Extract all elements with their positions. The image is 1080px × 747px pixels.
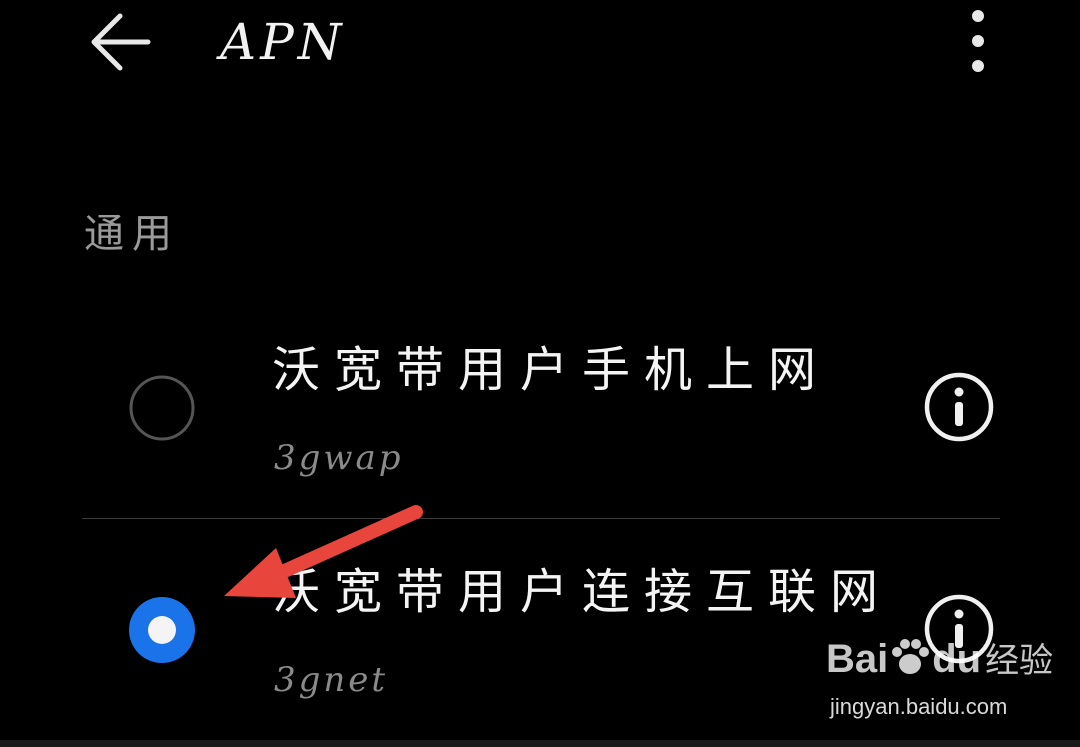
- radio-unchecked-icon: [129, 375, 195, 441]
- apn-list-item[interactable]: 沃宽带用户手机上网 3gwap: [0, 318, 1080, 518]
- more-options-button[interactable]: [958, 4, 998, 76]
- info-icon: [924, 372, 994, 442]
- more-vertical-icon: [972, 10, 984, 72]
- section-header-general: 通用: [84, 211, 180, 257]
- radio-checked-icon: [129, 597, 195, 663]
- watermark-logo: Bai du 经验: [826, 628, 1053, 690]
- top-app-bar: APN: [0, 0, 1080, 90]
- watermark-logo-text-c: 经验: [985, 642, 1054, 680]
- paw-icon: [892, 639, 930, 675]
- annotation-arrow-icon: [224, 505, 423, 598]
- apn-name: 沃宽带用户手机上网: [272, 342, 831, 398]
- apn-value: 3gwap: [274, 438, 404, 478]
- apn-value: 3gnet: [274, 660, 389, 700]
- watermark-logo-text-b: du: [932, 637, 982, 681]
- watermark-url: jingyan.baidu.com: [830, 694, 1008, 719]
- apn-info-button[interactable]: [922, 370, 996, 444]
- back-button[interactable]: [86, 8, 158, 76]
- arrow-left-icon: [91, 13, 151, 71]
- bottom-edge: [0, 740, 1080, 747]
- apn-radio-button[interactable]: [128, 374, 196, 442]
- watermark-logo-text-a: Bai: [826, 637, 889, 681]
- apn-radio-button[interactable]: [128, 596, 196, 664]
- watermark: Bai du 经验 jingyan.baidu.com: [826, 628, 1053, 724]
- page-title: APN: [220, 13, 346, 71]
